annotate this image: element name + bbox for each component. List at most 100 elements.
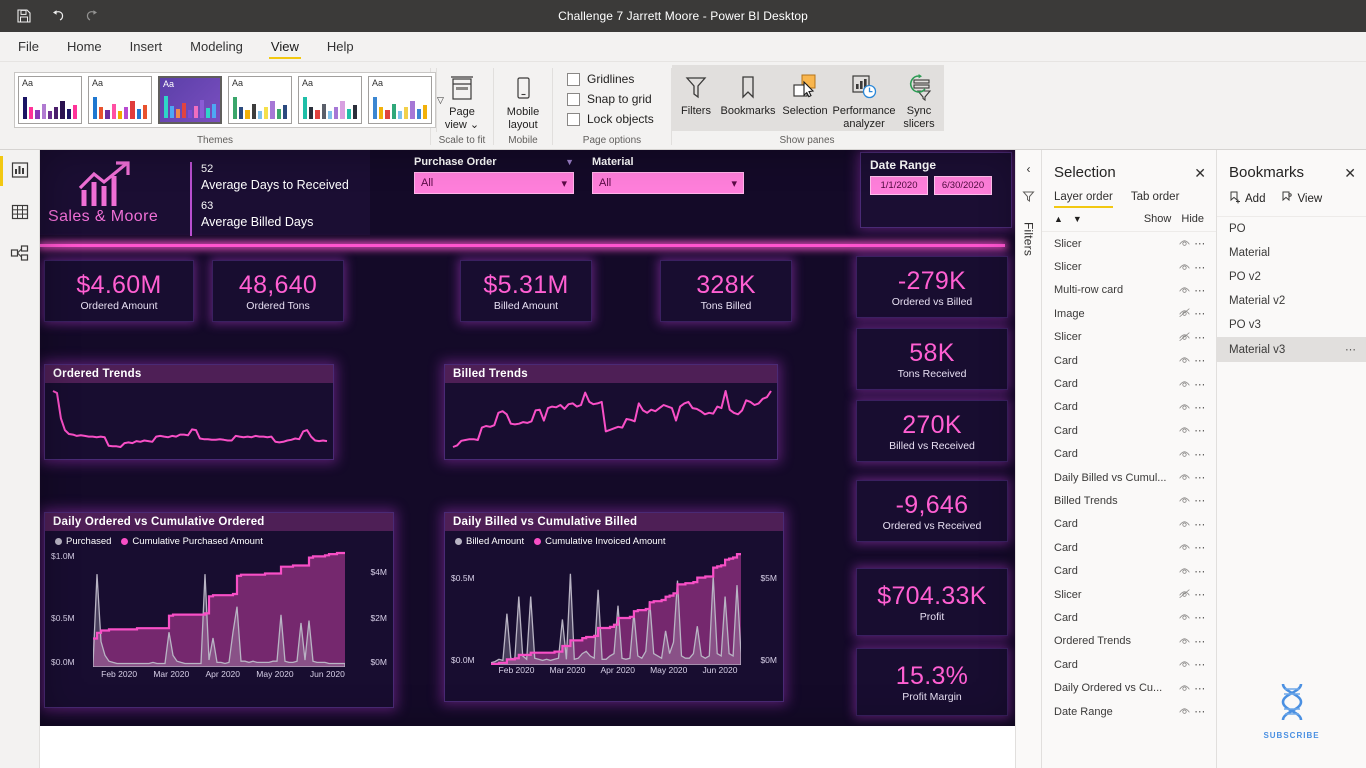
tab-modeling[interactable]: Modeling bbox=[176, 32, 257, 61]
slicer-purchase-order[interactable]: Purchase Order ▼ All ▾ bbox=[414, 156, 574, 194]
visibility-eye-icon[interactable] bbox=[1176, 307, 1192, 320]
data-view-icon[interactable] bbox=[10, 202, 30, 222]
layer-row[interactable]: Card ⋯ bbox=[1042, 372, 1216, 395]
layer-more-icon[interactable]: ⋯ bbox=[1192, 658, 1208, 671]
layer-row[interactable]: Card ⋯ bbox=[1042, 349, 1216, 372]
layer-more-icon[interactable]: ⋯ bbox=[1192, 424, 1208, 437]
chevron-down-icon[interactable]: ▼ bbox=[565, 157, 574, 167]
legend-item[interactable]: Purchased bbox=[55, 536, 111, 547]
layer-more-icon[interactable]: ⋯ bbox=[1192, 378, 1208, 391]
card-billed-vs-received[interactable]: 270K Billed vs Received bbox=[856, 400, 1008, 462]
visibility-eye-icon[interactable] bbox=[1176, 331, 1192, 344]
filter-icon[interactable] bbox=[1022, 190, 1035, 208]
layer-more-icon[interactable]: ⋯ bbox=[1192, 401, 1208, 414]
tab-file[interactable]: File bbox=[4, 32, 53, 61]
view-bookmarks-button[interactable]: View bbox=[1281, 191, 1322, 207]
visibility-eye-icon[interactable] bbox=[1176, 261, 1192, 274]
layer-row[interactable]: Card ⋯ bbox=[1042, 443, 1216, 466]
checkbox-box[interactable] bbox=[567, 92, 580, 106]
layer-more-icon[interactable]: ⋯ bbox=[1192, 284, 1208, 297]
layer-row[interactable]: Image ⋯ bbox=[1042, 302, 1216, 325]
model-view-icon[interactable] bbox=[10, 244, 30, 264]
visibility-eye-icon[interactable] bbox=[1176, 424, 1192, 437]
layer-more-icon[interactable]: ⋯ bbox=[1192, 682, 1208, 695]
layer-more-icon[interactable]: ⋯ bbox=[1192, 494, 1208, 507]
show-all-button[interactable]: Show bbox=[1144, 213, 1172, 225]
redo-icon[interactable] bbox=[84, 8, 100, 24]
tab-tab-order[interactable]: Tab order bbox=[1131, 191, 1180, 208]
slicer-purchase-order-dropdown[interactable]: All ▾ bbox=[414, 172, 574, 194]
card-ordered-amount[interactable]: $4.60M Ordered Amount bbox=[44, 260, 194, 322]
report-view-icon[interactable] bbox=[10, 160, 30, 180]
save-icon[interactable] bbox=[16, 8, 32, 24]
layer-more-icon[interactable]: ⋯ bbox=[1192, 705, 1208, 718]
layer-more-icon[interactable]: ⋯ bbox=[1192, 261, 1208, 274]
bookmark-item[interactable]: PO v2 bbox=[1217, 265, 1366, 289]
sync-slicers-button[interactable]: Sync slicers bbox=[896, 67, 942, 131]
checkbox-lock-objects[interactable]: Lock objects bbox=[567, 112, 654, 126]
close-icon[interactable]: ✕ bbox=[1194, 166, 1206, 180]
layer-more-icon[interactable]: ⋯ bbox=[1192, 541, 1208, 554]
theme-swatch-classic[interactable]: Aa bbox=[18, 76, 82, 124]
layer-row[interactable]: Card ⋯ bbox=[1042, 653, 1216, 676]
layer-row[interactable]: Billed Trends ⋯ bbox=[1042, 489, 1216, 512]
chart-daily-billed[interactable]: Daily Billed vs Cumulative Billed Billed… bbox=[444, 512, 784, 702]
bookmarks-pane-button[interactable]: Bookmarks bbox=[718, 67, 778, 118]
visibility-eye-icon[interactable] bbox=[1176, 682, 1192, 695]
layer-row[interactable]: Daily Billed vs Cumul... ⋯ bbox=[1042, 466, 1216, 489]
chevron-left-icon[interactable]: ‹ bbox=[1027, 162, 1031, 176]
layer-row[interactable]: Card ⋯ bbox=[1042, 396, 1216, 419]
visibility-eye-icon[interactable] bbox=[1176, 611, 1192, 624]
card-tons-received[interactable]: 58K Tons Received bbox=[856, 328, 1008, 390]
theme-swatch-innovate[interactable]: Aa bbox=[298, 76, 362, 124]
visibility-eye-icon[interactable] bbox=[1176, 471, 1192, 484]
checkbox-box[interactable] bbox=[567, 112, 580, 126]
layer-row[interactable]: Card ⋯ bbox=[1042, 536, 1216, 559]
close-icon[interactable]: ✕ bbox=[1344, 166, 1356, 180]
layer-row[interactable]: Slicer ⋯ bbox=[1042, 326, 1216, 349]
performance-analyzer-button[interactable]: Performance analyzer bbox=[832, 67, 896, 131]
date-range-slicer[interactable]: Date Range 1/1/2020 6/30/2020 bbox=[860, 152, 1012, 228]
layer-more-icon[interactable]: ⋯ bbox=[1192, 588, 1208, 601]
layer-more-icon[interactable]: ⋯ bbox=[1192, 448, 1208, 461]
card-billed-amount[interactable]: $5.31M Billed Amount bbox=[460, 260, 592, 322]
legend-item[interactable]: Billed Amount bbox=[455, 536, 524, 547]
bookmark-item[interactable]: PO bbox=[1217, 217, 1366, 241]
visibility-eye-icon[interactable] bbox=[1176, 565, 1192, 578]
card-ordered-tons[interactable]: 48,640 Ordered Tons bbox=[212, 260, 344, 322]
layer-more-icon[interactable]: ⋯ bbox=[1192, 611, 1208, 624]
bookmark-item[interactable]: Material bbox=[1217, 241, 1366, 265]
visibility-eye-icon[interactable] bbox=[1176, 541, 1192, 554]
visibility-eye-icon[interactable] bbox=[1176, 237, 1192, 250]
visibility-eye-icon[interactable] bbox=[1176, 705, 1192, 718]
selection-pane-button[interactable]: Selection bbox=[778, 67, 832, 118]
hide-all-button[interactable]: Hide bbox=[1181, 213, 1204, 225]
undo-icon[interactable] bbox=[50, 8, 66, 24]
chart-billed-trends[interactable]: Billed Trends bbox=[444, 364, 778, 460]
theme-swatch-frontier[interactable]: Aa bbox=[228, 76, 292, 124]
date-range-end-input[interactable]: 6/30/2020 bbox=[934, 176, 992, 195]
layer-row[interactable]: Card ⋯ bbox=[1042, 559, 1216, 582]
layer-row[interactable]: Card ⋯ bbox=[1042, 606, 1216, 629]
tab-layer-order[interactable]: Layer order bbox=[1054, 191, 1113, 208]
filters-collapsed-rail[interactable]: ‹ Filters bbox=[1015, 150, 1041, 768]
legend-item[interactable]: Cumulative Invoiced Amount bbox=[534, 536, 666, 547]
chevron-down-icon[interactable]: ▾ bbox=[731, 177, 737, 190]
visibility-eye-icon[interactable] bbox=[1176, 635, 1192, 648]
layer-row[interactable]: Card ⋯ bbox=[1042, 513, 1216, 536]
tab-home[interactable]: Home bbox=[53, 32, 116, 61]
layer-row[interactable]: Daily Ordered vs Cu... ⋯ bbox=[1042, 676, 1216, 699]
card-ordered-vs-received[interactable]: -9,646 Ordered vs Received bbox=[856, 480, 1008, 542]
theme-swatch-accessible-default[interactable]: Aa bbox=[88, 76, 152, 124]
layer-row[interactable]: Date Range ⋯ bbox=[1042, 700, 1216, 723]
theme-gallery[interactable]: Aa Aa Aa Aa Aa Aa bbox=[14, 72, 436, 128]
layer-more-icon[interactable]: ⋯ bbox=[1192, 331, 1208, 344]
layer-more-icon[interactable]: ⋯ bbox=[1192, 237, 1208, 250]
visibility-eye-icon[interactable] bbox=[1176, 588, 1192, 601]
checkbox-box[interactable] bbox=[567, 72, 580, 86]
layer-more-icon[interactable]: ⋯ bbox=[1192, 565, 1208, 578]
layer-row[interactable]: Multi-row card ⋯ bbox=[1042, 279, 1216, 302]
visibility-eye-icon[interactable] bbox=[1176, 494, 1192, 507]
chevron-down-icon[interactable]: ▾ bbox=[561, 177, 567, 190]
chart-ordered-trends[interactable]: Ordered Trends bbox=[44, 364, 334, 460]
